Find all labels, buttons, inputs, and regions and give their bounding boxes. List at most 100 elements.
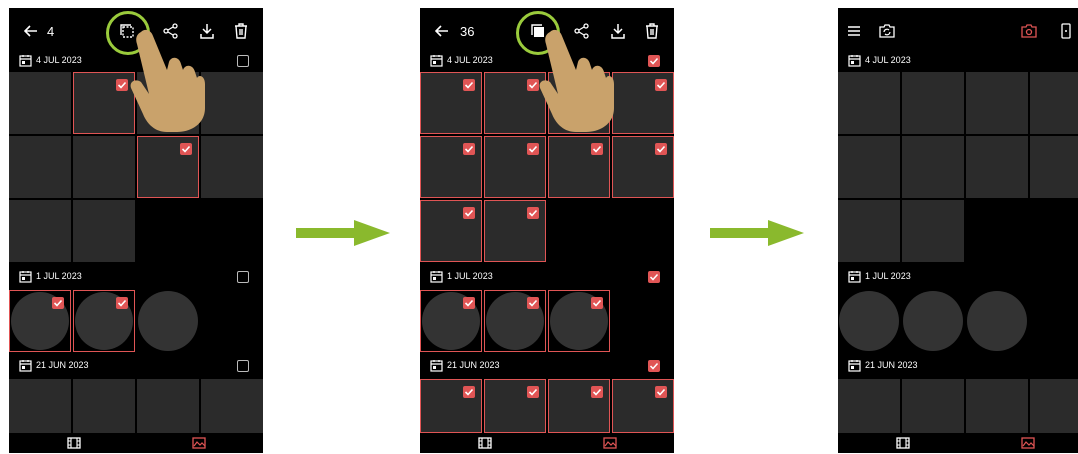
section-date: 4 JUL 2023 xyxy=(36,55,82,65)
video-thumbnail[interactable] xyxy=(73,290,135,352)
bottom-tab-bar xyxy=(420,433,674,453)
menu-button[interactable] xyxy=(844,19,864,43)
photo-thumbnail[interactable] xyxy=(73,136,135,198)
section-date: 4 JUL 2023 xyxy=(865,55,911,65)
photo-thumbnail[interactable] xyxy=(902,379,964,433)
tab-videos[interactable] xyxy=(896,436,910,450)
photo-thumbnail[interactable] xyxy=(966,379,1028,433)
photo-thumbnail[interactable] xyxy=(201,72,263,134)
photo-thumbnail[interactable] xyxy=(902,72,964,134)
calendar-icon xyxy=(430,359,443,372)
photo-thumbnail[interactable] xyxy=(1030,379,1078,433)
photo-thumbnail[interactable] xyxy=(548,136,610,198)
video-thumbnail[interactable] xyxy=(420,290,482,352)
photo-thumbnail[interactable] xyxy=(548,379,610,433)
photo-thumbnail[interactable] xyxy=(420,200,482,262)
calendar-icon xyxy=(19,54,32,67)
photo-thumbnail[interactable] xyxy=(201,379,263,433)
photo-thumbnail[interactable] xyxy=(73,72,135,134)
photo-thumbnail[interactable] xyxy=(9,136,71,198)
photo-thumbnail[interactable] xyxy=(966,136,1028,198)
transition-arrow xyxy=(710,220,804,246)
section-date: 1 JUL 2023 xyxy=(447,271,493,281)
photo-thumbnail[interactable] xyxy=(612,72,674,134)
photo-thumbnail[interactable] xyxy=(73,200,135,262)
photo-thumbnail[interactable] xyxy=(966,72,1028,134)
checkbox-checked-icon xyxy=(527,386,539,398)
checkbox-checked-icon xyxy=(116,297,128,309)
film-icon xyxy=(67,437,81,449)
video-thumbnail[interactable] xyxy=(902,290,964,352)
video-thumbnail[interactable] xyxy=(966,290,1028,352)
camera-button[interactable] xyxy=(1018,19,1040,43)
checkbox-checked-icon xyxy=(52,297,64,309)
photo-thumbnail[interactable] xyxy=(420,136,482,198)
tab-videos[interactable] xyxy=(67,436,81,450)
photo-thumbnail[interactable] xyxy=(137,379,199,433)
photo-thumbnail[interactable] xyxy=(9,379,71,433)
back-button[interactable] xyxy=(21,19,41,43)
switch-camera-button[interactable] xyxy=(876,19,898,43)
delete-button[interactable] xyxy=(229,19,253,43)
selected-count: 36 xyxy=(460,23,475,39)
photo-thumbnail[interactable] xyxy=(9,200,71,262)
photo-thumbnail[interactable] xyxy=(73,379,135,433)
photo-thumbnail[interactable] xyxy=(612,136,674,198)
photo-thumbnail[interactable] xyxy=(1030,72,1078,134)
video-thumbnail[interactable] xyxy=(838,290,900,352)
checkbox-checked-icon xyxy=(463,207,475,219)
delete-button[interactable] xyxy=(640,19,664,43)
phone-icon xyxy=(1061,23,1071,39)
arrow-left-icon xyxy=(435,25,448,37)
photo-thumbnail[interactable] xyxy=(838,379,900,433)
section-select-checkbox[interactable] xyxy=(648,271,660,283)
section-select-checkbox[interactable] xyxy=(237,360,249,372)
photo-thumbnail[interactable] xyxy=(420,379,482,433)
pointing-hand-icon xyxy=(130,29,205,132)
photo-thumbnail[interactable] xyxy=(484,379,546,433)
photo-thumbnail[interactable] xyxy=(1030,136,1078,198)
photo-thumbnail[interactable] xyxy=(902,200,964,262)
photo-thumbnail[interactable] xyxy=(838,136,900,198)
photo-thumbnail[interactable] xyxy=(612,379,674,433)
checkbox-checked-icon xyxy=(527,297,539,309)
screen-gallery-normal: 4 JUL 2023 1 JUL 2023 21 JUN 2023 xyxy=(838,8,1078,453)
calendar-icon xyxy=(19,359,32,372)
trash-icon xyxy=(235,23,247,39)
camera-switch-icon xyxy=(879,24,895,38)
video-thumbnail[interactable] xyxy=(548,290,610,352)
video-thumbnail[interactable] xyxy=(484,290,546,352)
photo-thumbnail[interactable] xyxy=(201,136,263,198)
trash-icon xyxy=(646,23,658,39)
photo-thumbnail[interactable] xyxy=(902,136,964,198)
section-date: 21 JUN 2023 xyxy=(447,360,500,370)
pointing-hand-icon xyxy=(539,29,614,132)
calendar-icon xyxy=(430,270,443,283)
calendar-icon xyxy=(848,54,861,67)
photo-thumbnail[interactable] xyxy=(9,72,71,134)
section-date: 21 JUN 2023 xyxy=(865,360,918,370)
tab-photos[interactable] xyxy=(1021,436,1035,450)
transition-arrow xyxy=(296,220,390,246)
photo-thumbnail[interactable] xyxy=(838,200,900,262)
device-button[interactable] xyxy=(1058,19,1074,43)
section-select-checkbox[interactable] xyxy=(648,55,660,67)
video-thumbnail[interactable] xyxy=(9,290,71,352)
section-date: 1 JUL 2023 xyxy=(865,271,911,281)
bottom-tab-bar xyxy=(9,433,263,453)
video-thumbnail[interactable] xyxy=(137,290,199,352)
section-select-checkbox[interactable] xyxy=(237,271,249,283)
tab-videos[interactable] xyxy=(478,436,492,450)
tab-photos[interactable] xyxy=(192,436,206,450)
photo-thumbnail[interactable] xyxy=(484,136,546,198)
film-icon xyxy=(896,437,910,449)
photo-thumbnail[interactable] xyxy=(420,72,482,134)
photo-thumbnail[interactable] xyxy=(137,136,199,198)
section-select-checkbox[interactable] xyxy=(237,55,249,67)
section-date: 1 JUL 2023 xyxy=(36,271,82,281)
back-button[interactable] xyxy=(432,19,452,43)
section-select-checkbox[interactable] xyxy=(648,360,660,372)
photo-thumbnail[interactable] xyxy=(838,72,900,134)
tab-photos[interactable] xyxy=(603,436,617,450)
photo-thumbnail[interactable] xyxy=(484,200,546,262)
